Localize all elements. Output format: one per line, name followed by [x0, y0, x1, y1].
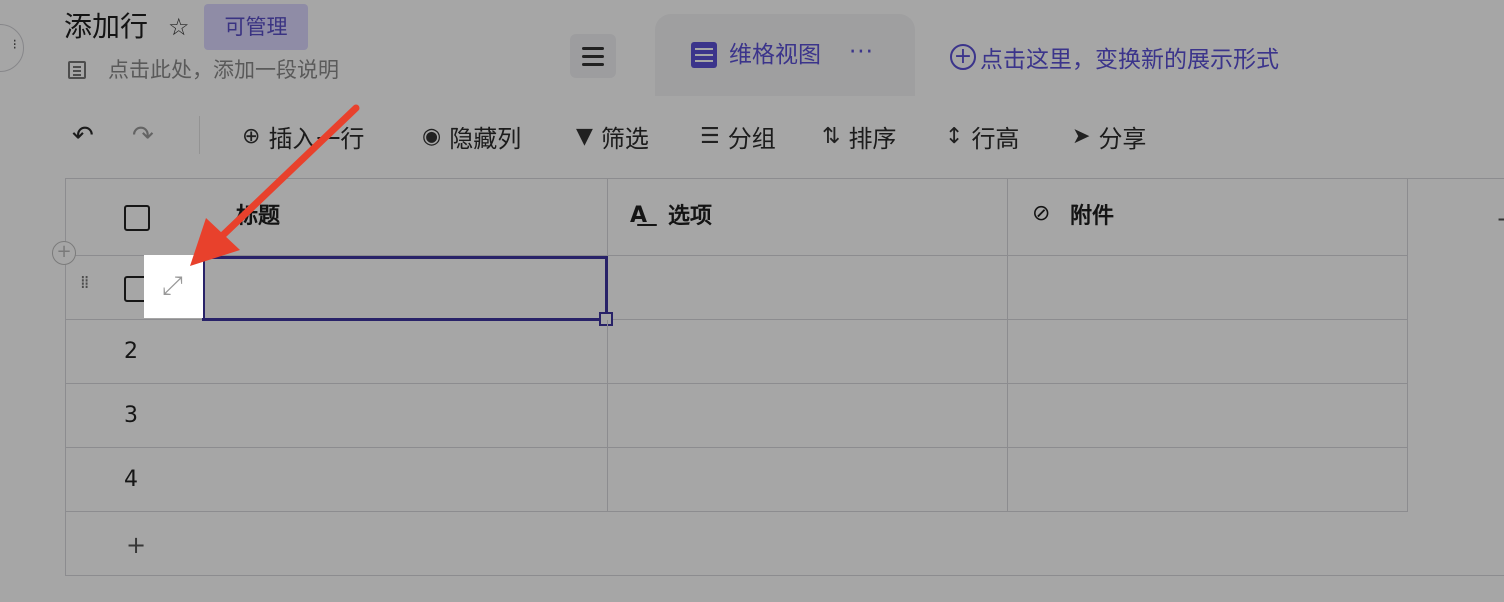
arrow-shaft	[218, 104, 360, 240]
annotation-arrow	[190, 104, 360, 266]
